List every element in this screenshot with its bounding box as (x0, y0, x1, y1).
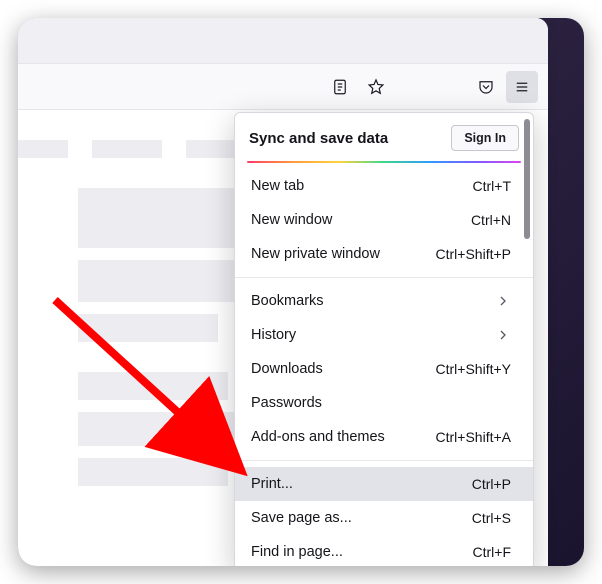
menu-item-label: Downloads (251, 361, 323, 377)
bookmark-star-icon[interactable] (360, 71, 392, 103)
menu-item-print[interactable]: Print... Ctrl+P (235, 467, 533, 501)
toolbar (18, 64, 548, 110)
menu-sync-title: Sync and save data (249, 130, 388, 147)
menu-item-label: New private window (251, 246, 380, 262)
menu-item-shortcut: Ctrl+Shift+A (436, 429, 511, 445)
menu-item-new-tab[interactable]: New tab Ctrl+T (235, 169, 533, 203)
reader-view-icon[interactable] (324, 71, 356, 103)
menu-item-label: Find in page... (251, 544, 343, 560)
hamburger-menu-button[interactable] (506, 71, 538, 103)
menu-item-label: History (251, 327, 296, 343)
menu-item-label: New window (251, 212, 332, 228)
browser-window: Sync and save data Sign In New tab Ctrl+… (18, 18, 548, 566)
menu-item-addons[interactable]: Add-ons and themes Ctrl+Shift+A (235, 420, 533, 454)
menu-item-label: Bookmarks (251, 293, 324, 309)
menu-item-passwords[interactable]: Passwords (235, 386, 533, 420)
menu-item-new-window[interactable]: New window Ctrl+N (235, 203, 533, 237)
rainbow-separator (247, 161, 521, 163)
menu-item-shortcut: Ctrl+S (472, 510, 511, 526)
menu-item-find-in-page[interactable]: Find in page... Ctrl+F (235, 535, 533, 566)
menu-item-label: Print... (251, 476, 293, 492)
menu-item-shortcut: Ctrl+T (473, 178, 512, 194)
menu-item-label: New tab (251, 178, 304, 194)
menu-item-save-page-as[interactable]: Save page as... Ctrl+S (235, 501, 533, 535)
menu-item-new-private-window[interactable]: New private window Ctrl+Shift+P (235, 237, 533, 271)
menu-separator (235, 460, 533, 461)
menu-scrollbar[interactable] (524, 119, 530, 563)
sign-in-button[interactable]: Sign In (451, 125, 519, 151)
menu-item-shortcut: Ctrl+Shift+Y (436, 361, 511, 377)
tab-strip (18, 18, 548, 64)
menu-item-history[interactable]: History (235, 318, 533, 352)
chevron-right-icon (495, 293, 511, 309)
chevron-right-icon (495, 327, 511, 343)
menu-item-bookmarks[interactable]: Bookmarks (235, 284, 533, 318)
menu-item-shortcut: Ctrl+N (471, 212, 511, 228)
menu-item-shortcut: Ctrl+Shift+P (436, 246, 511, 262)
pocket-icon[interactable] (470, 71, 502, 103)
menu-item-downloads[interactable]: Downloads Ctrl+Shift+Y (235, 352, 533, 386)
application-menu: Sync and save data Sign In New tab Ctrl+… (234, 112, 534, 566)
menu-separator (235, 277, 533, 278)
menu-item-label: Passwords (251, 395, 322, 411)
menu-item-label: Save page as... (251, 510, 352, 526)
menu-item-shortcut: Ctrl+F (473, 544, 512, 560)
desktop-background: Sync and save data Sign In New tab Ctrl+… (18, 18, 584, 566)
menu-item-label: Add-ons and themes (251, 429, 385, 445)
menu-scrollbar-thumb[interactable] (524, 119, 530, 239)
menu-item-shortcut: Ctrl+P (472, 476, 511, 492)
